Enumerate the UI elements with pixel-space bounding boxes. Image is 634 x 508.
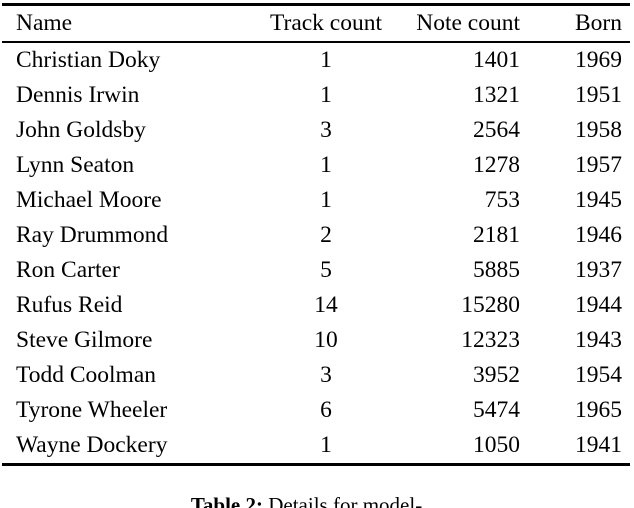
table-row: Wayne Dockery 1 1050 1941 [2, 428, 630, 463]
cell-name: Lynn Seaton [16, 152, 135, 178]
column-header-born: Born [575, 10, 622, 36]
cell-born: 1945 [575, 187, 622, 213]
cell-name: Rufus Reid [16, 292, 123, 318]
column-header-track-count: Track count [269, 10, 383, 36]
cell-note-count: 1278 [473, 152, 520, 178]
table-row: Lynn Seaton 1 1278 1957 [2, 148, 630, 183]
table-row: Tyrone Wheeler 6 5474 1965 [2, 393, 630, 428]
table-body: Christian Doky 1 1401 1969 Dennis Irwin 1 1321… [2, 43, 630, 463]
cell-note-count: 2564 [473, 117, 520, 143]
table-bottom-rule [2, 463, 630, 466]
cell-track-count: 2 [320, 222, 332, 248]
caption-label: Table 2: [190, 493, 263, 508]
cell-track-count: 5 [320, 257, 332, 283]
cell-note-count: 2181 [473, 222, 520, 248]
cell-note-count: 5885 [473, 257, 520, 283]
cell-track-count: 3 [320, 117, 332, 143]
cell-born: 1946 [575, 222, 622, 248]
cell-name: Todd Coolman [16, 362, 157, 388]
cell-note-count: 12323 [461, 327, 520, 353]
cell-track-count: 6 [320, 397, 332, 423]
cell-track-count: 10 [314, 327, 338, 353]
table-row: Steve Gilmore 10 12323 1943 [2, 323, 630, 358]
cell-name: Christian Doky [16, 47, 161, 73]
column-header-name: Name [16, 10, 73, 36]
table-row: Ron Carter 5 5885 1937 [2, 253, 630, 288]
table-figure-page: Name Track count Note count Born Christi… [0, 0, 634, 508]
table-row: Ray Drummond 2 2181 1946 [2, 218, 630, 253]
cell-name: Tyrone Wheeler [16, 397, 168, 423]
table-row: Todd Coolman 3 3952 1954 [2, 358, 630, 393]
data-table: Name Track count Note count Born [2, 6, 630, 41]
cell-track-count: 1 [320, 187, 332, 213]
cell-born: 1957 [575, 152, 622, 178]
cell-born: 1958 [575, 117, 622, 143]
cell-track-count: 1 [320, 152, 332, 178]
cell-note-count: 1401 [473, 47, 520, 73]
table-header: Name Track count Note count Born [2, 6, 630, 41]
cell-born: 1944 [575, 292, 622, 318]
cell-born: 1965 [575, 397, 622, 423]
caption-text: Details for model-.... [268, 493, 444, 508]
cell-name: John Goldsby [16, 117, 146, 143]
cell-name: Dennis Irwin [16, 82, 140, 108]
cell-note-count: 5474 [473, 397, 520, 423]
cell-born: 1951 [575, 82, 622, 108]
table-caption: Table 2: Details for model-.... [0, 492, 634, 508]
table-container: Name Track count Note count Born Christi… [0, 0, 634, 466]
column-header-note-count: Note count [416, 10, 520, 36]
table-row: Dennis Irwin 1 1321 1951 [2, 78, 630, 113]
data-table-body: Christian Doky 1 1401 1969 Dennis Irwin 1 1321… [2, 43, 630, 463]
cell-name: Steve Gilmore [16, 327, 153, 353]
cell-note-count: 753 [484, 187, 520, 213]
cell-born: 1954 [575, 362, 622, 388]
cell-born: 1943 [575, 327, 622, 353]
cell-name: Wayne Dockery [16, 432, 168, 458]
table-row: Christian Doky 1 1401 1969 [2, 43, 630, 78]
cell-name: Ron Carter [16, 257, 120, 283]
cell-note-count: 1050 [473, 432, 520, 458]
cell-track-count: 14 [314, 292, 338, 318]
cell-name: Michael Moore [16, 187, 162, 213]
cell-track-count: 3 [320, 362, 332, 388]
table-header-row: Name Track count Note count Born [2, 6, 630, 41]
cell-track-count: 1 [320, 82, 332, 108]
table-row: Rufus Reid 14 15280 1944 [2, 288, 630, 323]
cell-track-count: 1 [320, 47, 332, 73]
table-row: John Goldsby 3 2564 1958 [2, 113, 630, 148]
cell-note-count: 15280 [461, 292, 520, 318]
table-row: Michael Moore 1 753 1945 [2, 183, 630, 218]
cell-note-count: 3952 [473, 362, 520, 388]
cell-track-count: 1 [320, 432, 332, 458]
cell-born: 1937 [575, 257, 622, 283]
cell-born: 1969 [575, 47, 622, 73]
cell-born: 1941 [575, 432, 622, 458]
cell-note-count: 1321 [473, 82, 520, 108]
cell-name: Ray Drummond [16, 222, 169, 248]
